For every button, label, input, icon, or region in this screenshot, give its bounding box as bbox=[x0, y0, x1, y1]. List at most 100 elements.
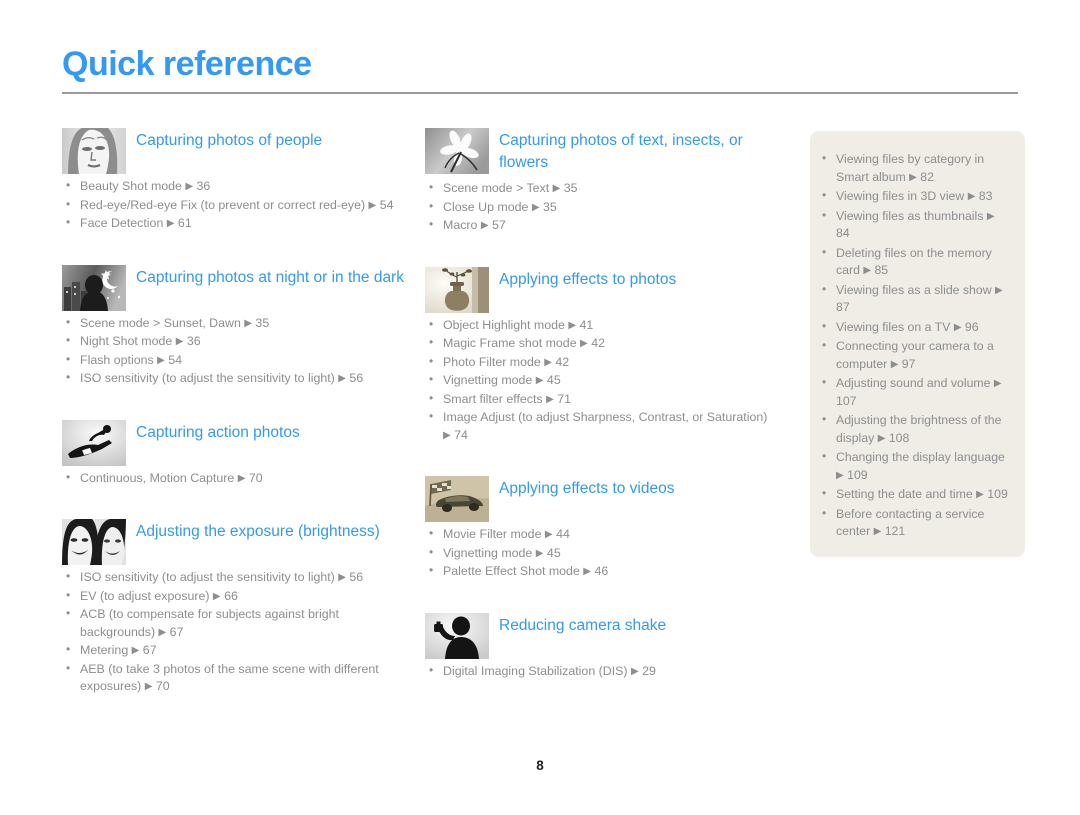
list-item: Digital Imaging Stabilization (DIS) ▶ 29 bbox=[425, 662, 773, 681]
list-item: Image Adjust (to adjust Sharpness, Contr… bbox=[425, 408, 773, 444]
section-title: Adjusting the exposure (brightness) bbox=[136, 523, 380, 540]
section-item-list: Scene mode > Text ▶ 35 Close Up mode ▶ 3… bbox=[425, 179, 773, 235]
sidebar-item: Setting the date and time ▶ 109 bbox=[816, 485, 1011, 504]
page-reference-arrow-icon: ▶ bbox=[976, 489, 984, 500]
list-item: Metering ▶ 67 bbox=[62, 641, 410, 660]
section-applying-effects-to-photos: Applying effects to photos Object Highli… bbox=[425, 265, 773, 445]
page-reference-arrow-icon: ▶ bbox=[993, 378, 1002, 389]
section-header: Capturing photos of people bbox=[62, 126, 410, 174]
two-faces-thumbnail bbox=[62, 519, 126, 565]
document-page: Quick reference Capturing photos of peop… bbox=[0, 0, 1080, 815]
page-reference-arrow-icon: ▶ bbox=[953, 321, 962, 333]
list-item: Photo Filter mode ▶ 42 bbox=[425, 353, 773, 372]
list-item: Movie Filter mode ▶ 44 bbox=[425, 525, 773, 544]
page-reference-arrow-icon: ▶ bbox=[552, 183, 561, 194]
section-capturing-photos-at-night: Capturing photos at night or in the dark… bbox=[62, 263, 410, 388]
page-reference-arrow-icon: ▶ bbox=[995, 284, 1003, 296]
page-reference-arrow-icon: ▶ bbox=[583, 566, 591, 577]
page-reference-arrow-icon: ▶ bbox=[544, 529, 553, 540]
section-header: Capturing photos at night or in the dark bbox=[62, 263, 410, 311]
section-item-list: Digital Imaging Stabilization (DIS) ▶ 29 bbox=[425, 662, 773, 681]
section-title: Reducing camera shake bbox=[499, 616, 667, 634]
sidebar-item: Viewing files on a TV ▶ 96 bbox=[816, 318, 1011, 337]
page-reference-arrow-icon: ▶ bbox=[580, 338, 588, 349]
list-item: ISO sensitivity (to adjust the sensitivi… bbox=[62, 568, 410, 587]
section-item-list: Beauty Shot mode ▶ 36 Red-eye/Red-eye Fi… bbox=[62, 177, 410, 233]
page-reference-arrow-icon: ▶ bbox=[480, 220, 489, 231]
sidebar-panel: Viewing files by category in Smart album… bbox=[810, 131, 1025, 557]
section-title: Applying effects to videos bbox=[499, 480, 675, 497]
sidebar-item: Changing the display language ▶ 109 bbox=[816, 448, 1011, 484]
page-reference-arrow-icon: ▶ bbox=[986, 210, 995, 222]
section-reducing-camera-shake: Reducing camera shake Digital Imaging St… bbox=[425, 611, 773, 681]
section-title: Capturing photos of text, insects, or fl… bbox=[499, 132, 743, 171]
page-reference-arrow-icon: ▶ bbox=[185, 181, 194, 192]
person-holding-camera-thumbnail bbox=[425, 612, 489, 659]
page-reference-arrow-icon: ▶ bbox=[338, 572, 346, 583]
title-divider bbox=[62, 92, 1018, 94]
list-item: Smart filter effects ▶ 71 bbox=[425, 390, 773, 409]
section-capturing-photos-of-text-insects-flowers: Capturing photos of text, insects, or fl… bbox=[425, 126, 773, 235]
page-reference-arrow-icon: ▶ bbox=[131, 645, 140, 656]
section-title: Capturing photos of people bbox=[136, 132, 323, 149]
list-item: EV (to adjust exposure) ▶ 66 bbox=[62, 587, 410, 606]
page-reference-arrow-icon: ▶ bbox=[535, 547, 544, 559]
sidebar-item: Viewing files by category in Smart album… bbox=[816, 150, 1011, 186]
race-car-thumbnail bbox=[425, 476, 489, 522]
page-reference-arrow-icon: ▶ bbox=[836, 469, 844, 481]
list-item: Close Up mode ▶ 35 bbox=[425, 198, 773, 217]
page-reference-arrow-icon: ▶ bbox=[144, 681, 153, 692]
section-title: Applying effects to photos bbox=[499, 270, 677, 288]
sidebar-item: Viewing files as a slide show ▶ 87 bbox=[816, 281, 1011, 317]
list-item: Face Detection ▶ 61 bbox=[62, 214, 410, 233]
sidebar-item: Viewing files in 3D view ▶ 83 bbox=[816, 187, 1011, 206]
page-reference-arrow-icon: ▶ bbox=[443, 429, 451, 441]
section-title: Capturing photos at night or in the dark bbox=[136, 268, 404, 286]
section-item-list: Scene mode > Sunset, Dawn ▶ 35 Night Sho… bbox=[62, 314, 410, 388]
page-reference-arrow-icon: ▶ bbox=[244, 317, 252, 329]
middle-column: Capturing photos of text, insects, or fl… bbox=[425, 126, 773, 696]
page-reference-arrow-icon: ▶ bbox=[237, 472, 246, 484]
page-reference-arrow-icon: ▶ bbox=[544, 356, 552, 368]
page-reference-arrow-icon: ▶ bbox=[909, 171, 917, 183]
list-item: Object Highlight mode ▶ 41 bbox=[425, 316, 773, 335]
page-reference-arrow-icon: ▶ bbox=[535, 375, 544, 386]
sidebar-item: Before contacting a service center ▶ 121 bbox=[816, 505, 1011, 541]
page-reference-arrow-icon: ▶ bbox=[873, 526, 882, 537]
page-reference-arrow-icon: ▶ bbox=[166, 218, 175, 229]
section-capturing-action-photos: Capturing action photos Continuous, Moti… bbox=[62, 418, 410, 488]
list-item: Flash options ▶ 54 bbox=[62, 351, 410, 370]
section-item-list: Continuous, Motion Capture ▶ 70 bbox=[62, 469, 410, 488]
section-adjusting-the-exposure: Adjusting the exposure (brightness) ISO … bbox=[62, 517, 410, 696]
list-item: ISO sensitivity (to adjust the sensitivi… bbox=[62, 369, 410, 388]
page-reference-arrow-icon: ▶ bbox=[863, 265, 872, 276]
section-item-list: ISO sensitivity (to adjust the sensitivi… bbox=[62, 568, 410, 696]
sidebar-item: Adjusting the brightness of the display … bbox=[816, 411, 1011, 447]
section-header: Reducing camera shake bbox=[425, 611, 773, 659]
list-item: Scene mode > Text ▶ 35 bbox=[425, 179, 773, 198]
sidebar-item: Viewing files as thumbnails ▶ 84 bbox=[816, 207, 1011, 243]
section-header: Applying effects to photos bbox=[425, 265, 773, 313]
page-title: Quick reference bbox=[62, 45, 312, 83]
page-reference-arrow-icon: ▶ bbox=[890, 358, 899, 370]
section-item-list: Movie Filter mode ▶ 44 Vignetting mode ▶… bbox=[425, 525, 773, 581]
sidebar-item-list: Viewing files by category in Smart album… bbox=[816, 150, 1011, 541]
page-reference-arrow-icon: ▶ bbox=[568, 319, 577, 331]
sidebar-item: Connecting your camera to a computer ▶ 9… bbox=[816, 337, 1011, 373]
page-reference-arrow-icon: ▶ bbox=[158, 626, 167, 638]
section-capturing-photos-of-people: Capturing photos of people Beauty Shot m… bbox=[62, 126, 410, 233]
flower-macro-thumbnail bbox=[425, 128, 489, 174]
page-reference-arrow-icon: ▶ bbox=[368, 199, 377, 211]
list-item: Scene mode > Sunset, Dawn ▶ 35 bbox=[62, 314, 410, 333]
section-header: Applying effects to videos bbox=[425, 474, 773, 522]
list-item: AEB (to take 3 photos of the same scene … bbox=[62, 660, 410, 696]
list-item: Continuous, Motion Capture ▶ 70 bbox=[62, 469, 410, 488]
vase-still-life-thumbnail bbox=[425, 266, 489, 313]
left-column: Capturing photos of people Beauty Shot m… bbox=[62, 126, 410, 712]
list-item: Vignetting mode ▶ 45 bbox=[425, 371, 773, 390]
page-reference-arrow-icon: ▶ bbox=[877, 432, 886, 444]
page-reference-arrow-icon: ▶ bbox=[175, 336, 184, 347]
